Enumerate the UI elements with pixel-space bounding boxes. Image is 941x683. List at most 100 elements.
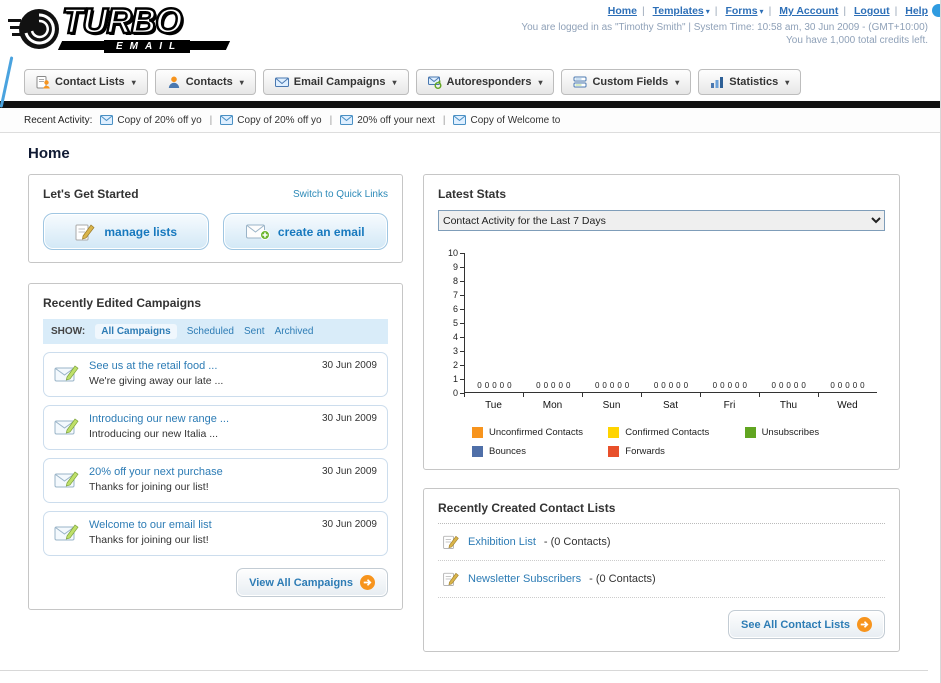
tab-contact-lists[interactable]: Contact Lists xyxy=(24,69,148,95)
x-axis-label: Sun xyxy=(602,400,621,411)
email-icon xyxy=(220,115,234,125)
see-all-contact-lists-button[interactable]: See All Contact Lists xyxy=(727,610,885,639)
recent-activity-text: 20% off your next xyxy=(357,114,435,126)
see-all-contact-lists-label: See All Contact Lists xyxy=(740,618,850,631)
value-label-group: 00000 xyxy=(536,381,571,390)
filter-archived[interactable]: Archived xyxy=(275,326,314,337)
email-icon xyxy=(100,115,114,125)
value-label-group: 00000 xyxy=(830,381,865,390)
contact-list-count: - (0 Contacts) xyxy=(543,536,611,548)
tab-autoresponders[interactable]: Autoresponders xyxy=(415,69,555,95)
contacts-icon xyxy=(168,76,179,88)
recent-activity-text: Copy of 20% off yo xyxy=(237,114,322,126)
filter-sent[interactable]: Sent xyxy=(244,326,265,337)
contact-list-count: - (0 Contacts) xyxy=(589,573,656,585)
get-started-title: Let's Get Started xyxy=(43,187,139,201)
nav-link-my-account[interactable]: My Account xyxy=(779,5,838,17)
contact-list-name-link[interactable]: Exhibition List xyxy=(468,536,536,548)
campaign-row[interactable]: See us at the retail food ... We're givi… xyxy=(43,352,388,397)
x-axis-label: Sat xyxy=(662,400,678,411)
tab-contacts[interactable]: Contacts xyxy=(154,69,256,95)
recent-activity-item[interactable]: Copy of 20% off yo xyxy=(220,114,322,126)
nav-link-templates[interactable]: Templates xyxy=(653,5,704,17)
campaign-title-link[interactable]: Welcome to our email list xyxy=(89,519,313,531)
header: TURBO EMAIL Home Templates Forms My Acco… xyxy=(0,0,940,108)
view-all-campaigns-button[interactable]: View All Campaigns xyxy=(236,568,388,597)
contact-list-row[interactable]: Newsletter Subscribers - (0 Contacts) xyxy=(438,561,885,598)
recent-campaigns-panel: Recently Edited Campaigns SHOW: All Camp… xyxy=(28,283,403,610)
contact-list-row[interactable]: Exhibition List - (0 Contacts) xyxy=(438,524,885,561)
recent-activity-item[interactable]: Copy of Welcome to xyxy=(453,115,560,126)
tab-email-campaigns[interactable]: Email Campaigns xyxy=(262,69,409,95)
custom-fields-icon xyxy=(573,76,587,88)
campaign-subtitle: Thanks for joining our list! xyxy=(89,534,209,546)
tab-statistics[interactable]: Statistics xyxy=(698,69,802,95)
nav-link-logout[interactable]: Logout xyxy=(854,5,890,17)
nav-separator xyxy=(642,5,645,17)
view-all-campaigns-label: View All Campaigns xyxy=(249,576,353,589)
campaign-title-link[interactable]: See us at the retail food ... xyxy=(89,360,313,372)
campaigns-filter-bar: SHOW: All Campaigns Scheduled Sent Archi… xyxy=(43,319,388,344)
login-info: You are logged in as "Timothy Smith" | S… xyxy=(521,22,928,33)
contact-lists-title: Recently Created Contact Lists xyxy=(438,501,885,524)
tab-custom-fields[interactable]: Custom Fields xyxy=(561,69,692,95)
value-label-group: 00000 xyxy=(712,381,747,390)
campaign-info: Welcome to our email list Thanks for joi… xyxy=(89,519,313,548)
recent-activity-label: Recent Activity: xyxy=(24,114,93,126)
caret-down-icon xyxy=(706,7,710,16)
nav-separator xyxy=(843,5,846,17)
x-axis-label: Wed xyxy=(837,400,858,411)
legend-label: Confirmed Contacts xyxy=(625,427,710,438)
campaign-row[interactable]: Welcome to our email list Thanks for joi… xyxy=(43,511,388,556)
value-label-group: 00000 xyxy=(477,381,512,390)
chart-plot-wrap: 00000 00000 00000 00000 00000 00000 00000 Tue M… xyxy=(464,253,877,411)
envelope-pencil-icon xyxy=(54,466,80,495)
nav-separator xyxy=(715,5,718,17)
campaign-info: See us at the retail food ... We're givi… xyxy=(89,360,313,389)
get-started-panel: Let's Get Started Switch to Quick Links … xyxy=(28,174,403,263)
campaign-info: Introducing our new range ... Introducin… xyxy=(89,413,313,442)
nav-separator xyxy=(895,5,898,17)
show-label: SHOW: xyxy=(51,326,86,337)
recent-activity-bar: Recent Activity: Copy of 20% off yo Copy… xyxy=(0,108,940,133)
contact-list-name-link[interactable]: Newsletter Subscribers xyxy=(468,573,581,585)
tab-label: Email Campaigns xyxy=(293,76,386,88)
create-email-button[interactable]: create an email xyxy=(222,213,388,250)
right-column: Latest Stats Contact Activity for the La… xyxy=(423,174,900,652)
email-icon xyxy=(453,115,467,125)
legend-swatch-icon xyxy=(472,427,483,438)
x-axis-label: Fri xyxy=(723,400,736,411)
value-label-group: 00000 xyxy=(653,381,689,390)
campaign-title-link[interactable]: 20% off your next purchase xyxy=(89,466,313,478)
nav-link-help[interactable]: Help xyxy=(905,5,928,17)
credits-info: You have 1,000 total credits left. xyxy=(786,35,928,46)
legend-swatch-icon xyxy=(472,446,483,457)
envelope-pencil-icon xyxy=(54,413,80,442)
legend-label: Bounces xyxy=(489,446,526,457)
recent-activity-item[interactable]: 20% off your next xyxy=(340,115,435,126)
campaign-row[interactable]: Introducing our new range ... Introducin… xyxy=(43,405,388,450)
header-right: Home Templates Forms My Account Logout H… xyxy=(521,5,928,46)
latest-stats-title: Latest Stats xyxy=(438,187,507,201)
switch-quick-links-link[interactable]: Switch to Quick Links xyxy=(293,189,388,200)
filter-all-campaigns[interactable]: All Campaigns xyxy=(95,324,177,339)
manage-lists-button[interactable]: manage lists xyxy=(43,213,209,250)
chart-x-labels: Tue Mon Sun Sat Fri Thu Wed xyxy=(464,400,877,411)
envelope-pencil-icon xyxy=(54,519,80,548)
pencil-icon xyxy=(75,223,95,240)
nav-link-forms[interactable]: Forms xyxy=(725,5,757,17)
campaign-row[interactable]: 20% off your next purchase Thanks for jo… xyxy=(43,458,388,503)
nav-link-home[interactable]: Home xyxy=(608,5,637,17)
recent-activity-item[interactable]: Copy of 20% off yo xyxy=(100,115,202,126)
create-email-label: create an email xyxy=(277,224,365,239)
filter-scheduled[interactable]: Scheduled xyxy=(187,326,234,337)
nav-separator xyxy=(769,5,772,17)
stats-period-select[interactable]: Contact Activity for the Last 7 Days xyxy=(438,210,885,231)
caret-down-icon xyxy=(785,78,789,87)
campaign-title-link[interactable]: Introducing our new range ... xyxy=(89,413,313,425)
left-column: Let's Get Started Switch to Quick Links … xyxy=(28,174,403,610)
campaign-date: 30 Jun 2009 xyxy=(321,519,377,530)
legend-item: Bounces xyxy=(472,446,608,457)
tab-label: Custom Fields xyxy=(592,76,669,88)
statistics-icon xyxy=(711,77,724,88)
